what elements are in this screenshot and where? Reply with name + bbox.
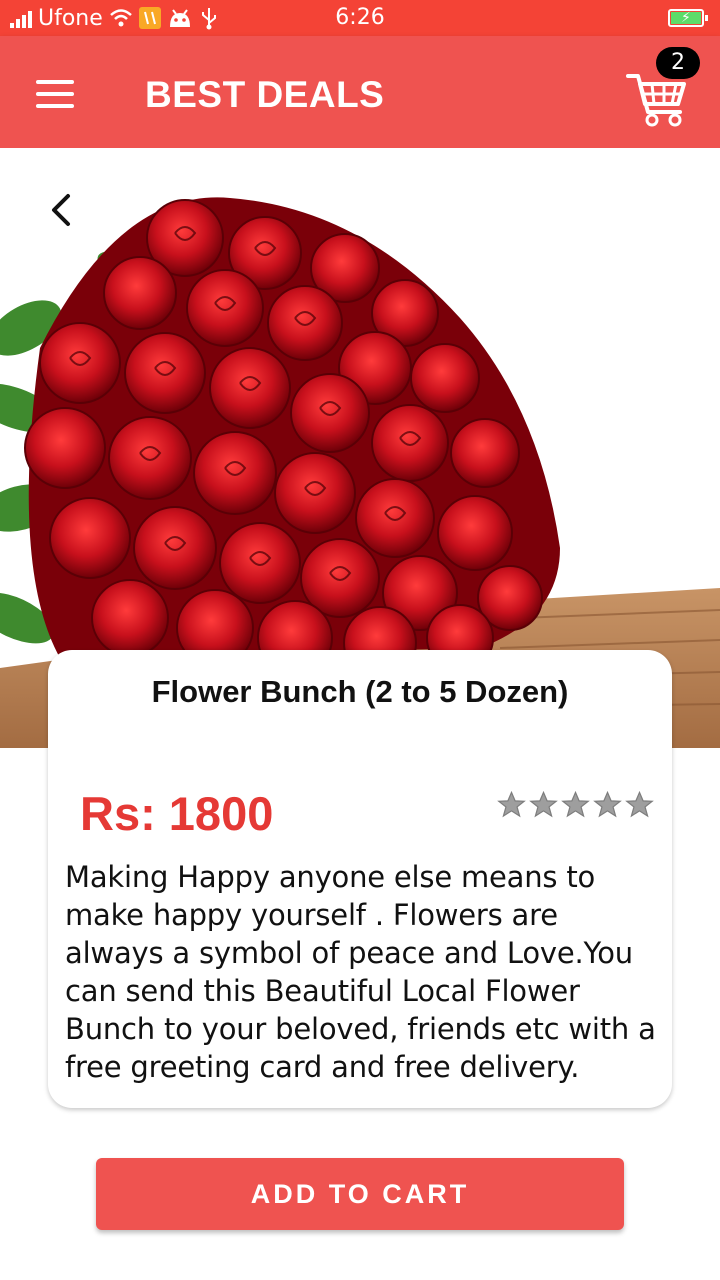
battery-icon: ⚡ — [668, 9, 708, 27]
page-title: BEST DEALS — [145, 74, 385, 115]
product-description: Making Happy anyone else means to make h… — [65, 860, 656, 1084]
star-icon[interactable] — [625, 790, 654, 819]
product-price: Rs: 1800 — [80, 787, 274, 840]
status-bar: Ufone 6:26 ⚡ — [0, 0, 720, 36]
back-arrow-icon[interactable] — [44, 190, 80, 230]
status-time: 6:26 — [335, 5, 385, 30]
product-name: Flower Bunch (2 to 5 Dozen) — [151, 674, 569, 709]
rating-stars[interactable] — [497, 790, 654, 819]
product-details-card: Flower Bunch (2 to 5 Dozen) Rs: 1800 Mak… — [48, 650, 672, 1108]
star-icon[interactable] — [561, 790, 590, 819]
add-to-cart-button[interactable]: ADD TO CART — [96, 1158, 624, 1230]
star-icon[interactable] — [497, 790, 526, 819]
star-icon[interactable] — [529, 790, 558, 819]
star-icon[interactable] — [593, 790, 622, 819]
cart-count-badge: 2 — [656, 47, 700, 79]
app-bar: BEST DEALS — [0, 36, 720, 148]
menu-icon[interactable] — [36, 80, 76, 108]
